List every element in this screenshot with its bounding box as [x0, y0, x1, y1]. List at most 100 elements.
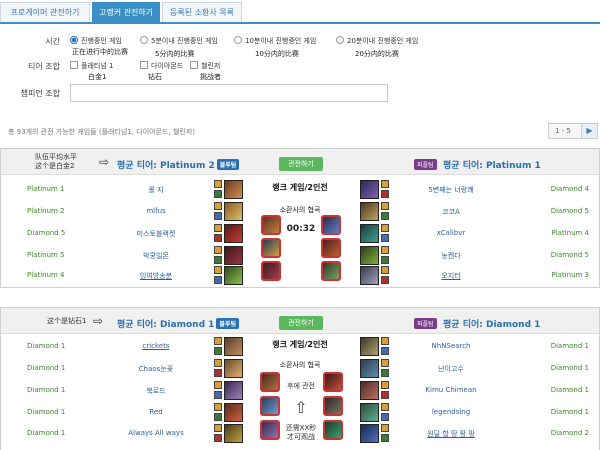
- player-name[interactable]: 롤 지: [121, 185, 191, 195]
- spell-icon: [381, 359, 389, 367]
- checkbox-icon[interactable]: [70, 61, 78, 69]
- spell-icon: [381, 266, 389, 274]
- checkbox-icon[interactable]: [140, 61, 148, 69]
- tier-option-label: 다이아몬드: [151, 62, 184, 70]
- pager-range: 1 - 5: [555, 127, 571, 135]
- spell-icon: [381, 337, 389, 345]
- spell-icon: [381, 434, 389, 442]
- player-name[interactable]: Red: [121, 408, 191, 416]
- player-name[interactable]: 잉여방송분: [121, 271, 191, 281]
- player-tier: Diamond 1: [27, 408, 66, 416]
- spell-icon: [214, 234, 222, 242]
- pager: 1 - 5 ▶: [548, 123, 598, 139]
- champion-portrait: [360, 381, 379, 400]
- time-option-label: 진행중인 게임: [81, 37, 122, 45]
- champion-portrait: [360, 403, 379, 422]
- player-tier: Platinum 1: [27, 185, 65, 193]
- player-name[interactable]: 박쿵일몬: [121, 251, 191, 261]
- player-tier: Diamond 5: [550, 207, 589, 215]
- spell-icon: [381, 403, 389, 411]
- player-name[interactable]: 오지터: [411, 271, 491, 281]
- blue-team-average: 평균 티어: Diamond 1 블루팀: [117, 317, 239, 330]
- time-option-sub: 正在进行中的比赛: [72, 48, 128, 56]
- player-name[interactable]: NhNSearch: [411, 342, 491, 350]
- spell-icon: [381, 256, 389, 264]
- player-name[interactable]: 코코A: [411, 207, 491, 217]
- spell-icon: [214, 369, 222, 377]
- player-name[interactable]: Always All ways: [121, 429, 191, 437]
- watch-button[interactable]: 관전하기: [279, 157, 323, 171]
- spell-icon: [381, 224, 389, 232]
- match-card: 队伍平均水平 这个是白金2 ⇨ 평균 티어: Platinum 2 블루팀 관전하…: [0, 148, 600, 288]
- spell-icon: [214, 246, 222, 254]
- radio-selected-icon[interactable]: [70, 36, 78, 44]
- spell-icon: [381, 381, 389, 389]
- champion-portrait: [224, 266, 243, 285]
- tab-high-ranker[interactable]: 고랭커 관전하기: [92, 2, 160, 22]
- spell-icon: [214, 391, 222, 399]
- player-name[interactable]: xCalibvr: [411, 229, 491, 237]
- spell-icon: [214, 337, 222, 345]
- time-option-10min[interactable]: 10분이내 진행중인 게임: [234, 36, 316, 46]
- player-tier: Diamond 5: [550, 251, 589, 259]
- spell-icon: [381, 391, 389, 399]
- player-name[interactable]: 농켄다: [411, 251, 491, 261]
- spell-icon: [381, 413, 389, 421]
- spell-icon: [381, 246, 389, 254]
- arrow-right-icon: ⇨: [99, 155, 110, 169]
- champion-portrait: [224, 202, 243, 221]
- player-name[interactable]: legendsing: [411, 408, 491, 416]
- player-name[interactable]: 5변째는 너랑쾌: [411, 185, 491, 195]
- spell-icon: [381, 212, 389, 220]
- player-name[interactable]: 북로드: [121, 386, 191, 396]
- player-tier: Platinum 4: [551, 229, 589, 237]
- player-row: Platinum 4 잉여방송분 오지터 Platinum 3: [1, 265, 599, 287]
- time-option-20min[interactable]: 20분이내 진행중인 게임: [336, 36, 418, 46]
- time-option-live[interactable]: 진행중인 게임: [70, 36, 122, 46]
- player-name[interactable]: 미스토블랙켓: [121, 229, 191, 239]
- tier-option-platinum1[interactable]: 플래티넘 1: [70, 61, 113, 71]
- blue-average-text: 평균 티어: Diamond 1: [117, 320, 215, 330]
- match-note: 队伍平均水平 这个是白金2: [35, 153, 77, 170]
- spell-icon: [214, 424, 222, 432]
- champion-portrait: [360, 424, 379, 443]
- time-option-5min[interactable]: 5분이내 진행중인 게임: [140, 36, 218, 46]
- player-row: Platinum 1 롤 지 5변째는 너랑쾌 Diamond 4: [1, 179, 599, 201]
- purple-team-average: 평균 티어: Diamond 1: [443, 320, 541, 330]
- spell-icon: [214, 202, 222, 210]
- tier-option-diamond[interactable]: 다이아몬드: [140, 61, 183, 71]
- champion-portrait: [360, 224, 379, 243]
- player-name[interactable]: 원딜 할 땅 팡 팡: [411, 429, 491, 439]
- spell-icon: [214, 359, 222, 367]
- champion-input[interactable]: [70, 84, 388, 102]
- champion-portrait: [224, 337, 243, 356]
- radio-icon[interactable]: [140, 36, 148, 44]
- blue-team-badge: 블루팀: [216, 159, 240, 170]
- player-name[interactable]: Kimu Chimean: [411, 386, 491, 394]
- champion-label: 챔피언 조합: [20, 89, 60, 98]
- champion-portrait: [224, 180, 243, 199]
- tab-registered-summoners[interactable]: 등록된 소환사 목록: [162, 2, 242, 22]
- player-name[interactable]: mlfus: [121, 207, 191, 215]
- time-option-label: 5분이내 진행중인 게임: [151, 37, 218, 45]
- tier-option-challenger[interactable]: 챌린저: [190, 61, 220, 71]
- spell-icon: [381, 424, 389, 432]
- champion-portrait: [360, 202, 379, 221]
- checkbox-icon[interactable]: [190, 61, 198, 69]
- purple-team-badge: 퍼플팀: [414, 159, 437, 170]
- radio-icon[interactable]: [336, 36, 344, 44]
- match-note: 这个是钻石1: [47, 317, 87, 325]
- player-row: Diamond 1 Chaos눈꽃 난이고수 Diamond 1: [1, 358, 599, 380]
- spell-icon: [381, 202, 389, 210]
- pager-next-button[interactable]: ▶: [581, 124, 597, 138]
- time-option-label: 20분이내 진행중인 게임: [347, 37, 419, 45]
- tab-pro-gamer[interactable]: 프로게이머 관전하기: [0, 2, 90, 22]
- watch-button[interactable]: 관전하기: [279, 316, 323, 330]
- player-name[interactable]: crickets: [121, 342, 191, 350]
- radio-icon[interactable]: [234, 36, 242, 44]
- player-name[interactable]: 난이고수: [411, 364, 491, 374]
- time-option-sub: 10分内的比赛: [255, 50, 299, 58]
- player-tier: Diamond 1: [550, 342, 589, 350]
- player-row: Platinum 5 박쿵일몬 농켄다 Diamond 5: [1, 245, 599, 267]
- player-name[interactable]: Chaos눈꽃: [121, 364, 191, 374]
